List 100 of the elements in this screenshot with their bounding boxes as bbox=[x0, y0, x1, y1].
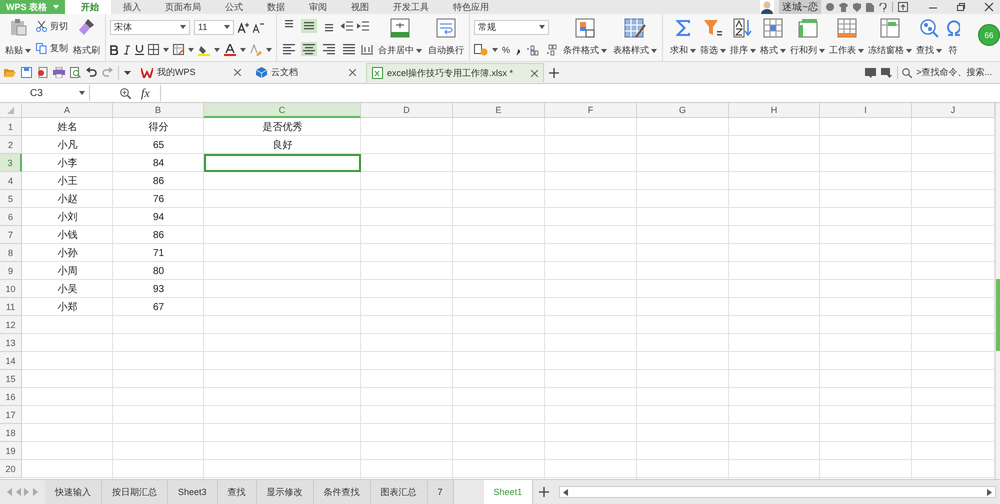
row-header[interactable]: 2 bbox=[0, 136, 22, 154]
copy-button[interactable]: 复制 bbox=[36, 42, 68, 56]
toolbar-button[interactable]: 排序 bbox=[729, 16, 758, 59]
funnel-icon[interactable] bbox=[703, 18, 724, 38]
sheet-tab[interactable]: 显示修改 bbox=[256, 480, 314, 504]
vertical-align-button[interactable] bbox=[301, 19, 317, 34]
shield-icon[interactable] bbox=[853, 2, 861, 12]
currency-icon[interactable] bbox=[474, 44, 488, 56]
horizontal-align-button[interactable] bbox=[341, 42, 357, 56]
row-header[interactable]: 4 bbox=[0, 172, 22, 190]
row-header[interactable]: 10 bbox=[0, 280, 22, 298]
toolbar-button[interactable]: 行和列 bbox=[789, 16, 826, 59]
document-icon[interactable] bbox=[866, 2, 874, 12]
borders-icon[interactable] bbox=[148, 44, 159, 55]
document-tab[interactable]: 云文档 bbox=[251, 63, 361, 82]
sheet-tab[interactable]: 条件查找 bbox=[314, 480, 371, 504]
horizontal-align-button[interactable] bbox=[301, 42, 317, 56]
sheet-tab[interactable]: Sheet3 bbox=[168, 480, 218, 504]
sheet-tab[interactable]: 快速输入 bbox=[45, 480, 102, 504]
increase-font-icon[interactable] bbox=[238, 22, 249, 32]
row-header[interactable]: 14 bbox=[0, 352, 22, 370]
sheet-tab[interactable]: 图表汇总 bbox=[370, 480, 428, 504]
table-icon[interactable] bbox=[836, 18, 857, 38]
restore-icon[interactable] bbox=[956, 2, 966, 12]
decrease-font-icon[interactable] bbox=[253, 22, 264, 32]
bold-icon[interactable] bbox=[110, 44, 119, 54]
row-header[interactable]: 18 bbox=[0, 424, 22, 442]
sheet-tab[interactable]: 查找 bbox=[218, 480, 257, 504]
row-header[interactable]: 11 bbox=[0, 298, 22, 316]
row-header[interactable]: 17 bbox=[0, 406, 22, 424]
menu-tab[interactable]: 视图 bbox=[339, 0, 382, 14]
format-painter-button[interactable]: 格式刷 bbox=[72, 16, 101, 59]
vertical-scrollbar[interactable] bbox=[995, 103, 1000, 479]
column-header[interactable]: D bbox=[361, 103, 453, 118]
menu-tab[interactable]: 数据 bbox=[255, 0, 298, 14]
document-tab[interactable]: excel操作技巧专用工作簿.xlsx * bbox=[366, 63, 544, 82]
scroll-right-icon[interactable] bbox=[987, 488, 992, 496]
export-pdf-icon[interactable] bbox=[37, 67, 48, 78]
toolbar-button[interactable]: 查找 bbox=[915, 16, 944, 59]
grid-format-icon[interactable] bbox=[763, 18, 784, 38]
number-format-dropdown[interactable]: 常规 bbox=[474, 20, 549, 34]
increase-indent-icon[interactable] bbox=[357, 20, 369, 32]
horizontal-align-button[interactable] bbox=[321, 42, 337, 56]
sheet-tab[interactable]: Sheet1 bbox=[484, 480, 534, 504]
command-search[interactable]: >查找命令、搜索... bbox=[897, 66, 996, 79]
paste-button[interactable]: 粘贴 bbox=[4, 16, 32, 59]
close-icon[interactable] bbox=[234, 69, 241, 76]
shirt-icon[interactable] bbox=[839, 2, 848, 12]
menu-tab[interactable]: 页面布局 bbox=[153, 0, 214, 14]
merge-center-button[interactable]: 合并居中 bbox=[377, 16, 423, 59]
row-header[interactable]: 12 bbox=[0, 316, 22, 334]
toolbar-button[interactable]: 格式 bbox=[759, 16, 788, 59]
close-icon[interactable] bbox=[984, 2, 994, 12]
sheet-tab[interactable]: 7 bbox=[428, 480, 454, 504]
cell-style-icon[interactable] bbox=[173, 44, 184, 55]
new-tab-icon[interactable] bbox=[549, 68, 559, 78]
clear-format-icon[interactable] bbox=[250, 44, 262, 56]
row-header[interactable]: 15 bbox=[0, 370, 22, 388]
toolbar-button[interactable]: 筛选 bbox=[699, 16, 728, 59]
fill-color-icon[interactable] bbox=[198, 44, 210, 56]
row-header[interactable]: 5 bbox=[0, 190, 22, 208]
save-icon[interactable] bbox=[21, 67, 32, 78]
menu-tab[interactable]: 特色应用 bbox=[441, 0, 502, 14]
menu-tab[interactable]: 开发工具 bbox=[381, 0, 442, 14]
row-header[interactable]: 20 bbox=[0, 460, 22, 478]
help-icon[interactable] bbox=[879, 2, 887, 12]
upload-icon[interactable] bbox=[898, 2, 908, 12]
caret-icon[interactable] bbox=[124, 70, 131, 74]
font-size-dropdown[interactable]: 11 bbox=[194, 20, 234, 34]
horizontal-scrollbar[interactable] bbox=[559, 486, 996, 498]
decrease-decimal-icon[interactable] bbox=[544, 44, 558, 56]
close-icon[interactable] bbox=[531, 70, 538, 76]
function-button[interactable]: fx bbox=[137, 86, 154, 100]
zoom-icon[interactable] bbox=[120, 88, 131, 98]
column-header[interactable]: H bbox=[729, 103, 820, 118]
toolbar-button[interactable]: 符 bbox=[945, 16, 962, 59]
toolbar-button[interactable]: 工作表 bbox=[828, 16, 866, 59]
wrap-text-button[interactable]: 自动换行 bbox=[427, 16, 465, 59]
menu-tab[interactable]: 审阅 bbox=[297, 0, 340, 14]
document-tab[interactable]: 我的WPS bbox=[136, 63, 246, 82]
decrease-indent-icon[interactable] bbox=[341, 20, 353, 32]
user-name[interactable]: 迷城~恋 bbox=[779, 0, 821, 14]
scroll-left-icon[interactable] bbox=[563, 488, 568, 496]
column-header[interactable]: B bbox=[113, 103, 204, 118]
row-header[interactable]: 19 bbox=[0, 442, 22, 460]
font-color-icon[interactable] bbox=[224, 44, 236, 56]
column-header[interactable]: I bbox=[820, 103, 912, 118]
print-icon[interactable] bbox=[53, 67, 65, 78]
menu-tab[interactable]: 开始 bbox=[65, 0, 112, 14]
sigma-icon[interactable] bbox=[674, 18, 692, 38]
menu-tab[interactable]: 公式 bbox=[213, 0, 256, 14]
column-header[interactable]: A bbox=[22, 103, 113, 118]
row-header[interactable]: 13 bbox=[0, 334, 22, 352]
horizontal-align-button[interactable] bbox=[281, 42, 297, 56]
toolbar-button[interactable]: 冻结窗格 bbox=[867, 16, 914, 59]
italic-icon[interactable] bbox=[123, 44, 131, 54]
print-preview-icon[interactable] bbox=[70, 67, 81, 78]
find-replace-icon[interactable] bbox=[919, 18, 940, 38]
increase-decimal-icon[interactable] bbox=[526, 44, 540, 56]
freeze-panes-icon[interactable] bbox=[880, 18, 900, 38]
